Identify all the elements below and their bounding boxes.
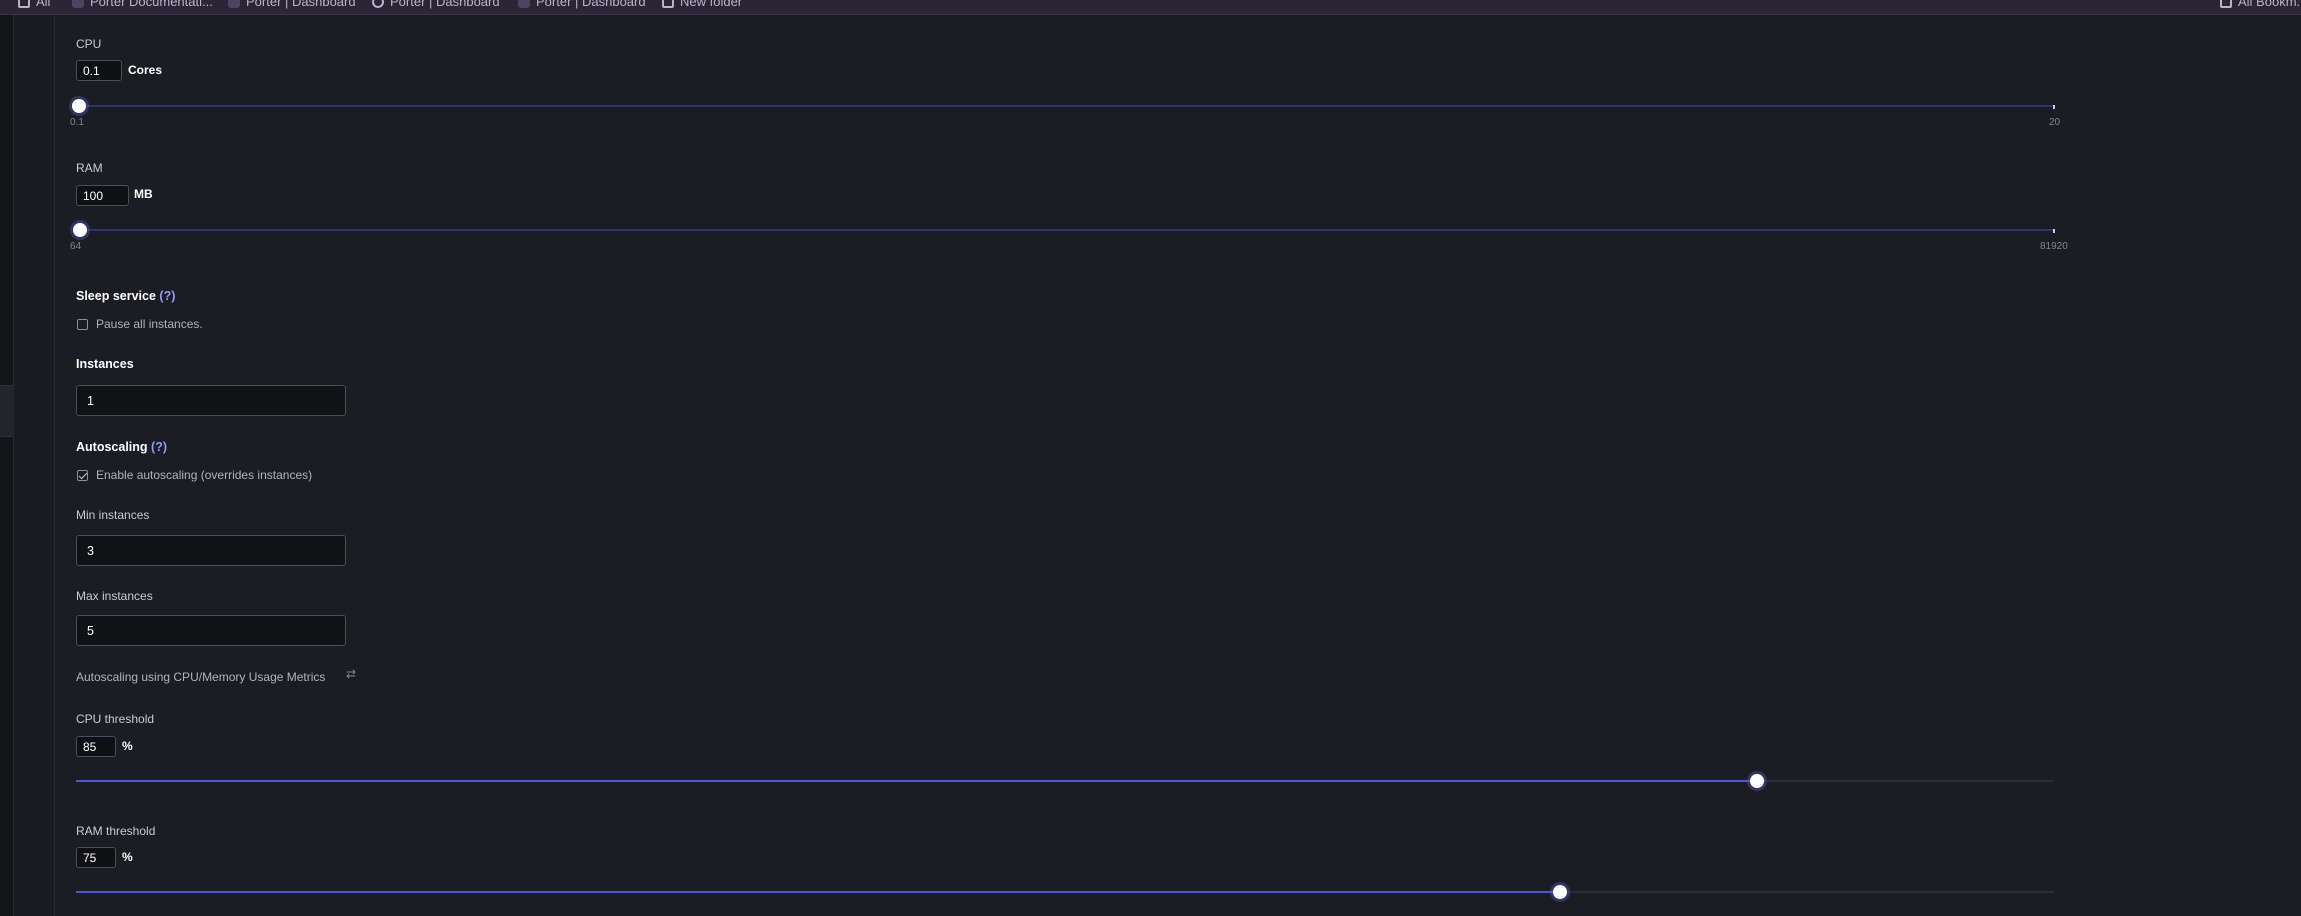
ram-unit: MB bbox=[134, 187, 153, 201]
porter-icon bbox=[72, 0, 84, 8]
folder-icon bbox=[18, 0, 30, 8]
sleep-service-help-link[interactable]: (?) bbox=[159, 289, 175, 303]
porter-icon bbox=[518, 0, 530, 8]
ram-input[interactable] bbox=[76, 185, 129, 206]
ram-threshold-thumb[interactable] bbox=[1552, 885, 1567, 899]
pause-instances-checkbox[interactable] bbox=[77, 319, 88, 330]
max-instances-label: Max instances bbox=[76, 589, 153, 603]
enable-autoscaling-label: Enable autoscaling (overrides instances) bbox=[96, 468, 313, 482]
ram-max-label: 81920 bbox=[2040, 241, 2068, 252]
autoscaling-metrics-note: Autoscaling using CPU/Memory Usage Metri… bbox=[76, 670, 326, 684]
bookmark-all-bookmarks[interactable]: All Bookm... bbox=[2220, 0, 2301, 9]
bookmark-new-folder[interactable]: New folder bbox=[662, 0, 742, 9]
cpu-slider-track[interactable] bbox=[78, 105, 2054, 107]
folder-icon bbox=[662, 0, 674, 8]
cpu-threshold-unit: % bbox=[122, 739, 133, 753]
ram-threshold-unit: % bbox=[122, 850, 133, 864]
ram-threshold-label: RAM threshold bbox=[76, 824, 156, 838]
pause-instances-label: Pause all instances. bbox=[96, 317, 203, 331]
left-sidebar-rail bbox=[0, 15, 14, 916]
instances-input[interactable] bbox=[76, 385, 346, 416]
sleep-service-title-text: Sleep service bbox=[76, 289, 156, 303]
folder-icon bbox=[2220, 0, 2232, 8]
cpu-label: CPU bbox=[76, 37, 102, 51]
enable-autoscaling-checkbox[interactable] bbox=[77, 470, 88, 481]
ram-slider-end-tick bbox=[2053, 229, 2055, 233]
instances-label: Instances bbox=[76, 357, 134, 371]
autoscaling-title: Autoscaling (?) bbox=[76, 440, 167, 454]
bookmarks-bar: All Porter Documentati... Porter | Dashb… bbox=[0, 0, 2301, 15]
cpu-input[interactable] bbox=[76, 60, 122, 81]
cpu-threshold-fill bbox=[76, 780, 1758, 782]
bookmark-porter-dashboard-3[interactable]: Porter | Dashboard bbox=[518, 0, 646, 9]
sliders-icon[interactable]: ⇄ bbox=[346, 667, 356, 681]
cpu-threshold-label: CPU threshold bbox=[76, 712, 155, 726]
porter-icon bbox=[228, 0, 240, 8]
ram-threshold-input[interactable] bbox=[76, 847, 116, 868]
autoscaling-help-link[interactable]: (?) bbox=[151, 440, 167, 454]
cpu-unit: Cores bbox=[128, 63, 163, 77]
globe-icon bbox=[372, 0, 384, 8]
bookmark-porter-dashboard-1[interactable]: Porter | Dashboard bbox=[228, 0, 356, 9]
min-instances-label: Min instances bbox=[76, 508, 150, 522]
cpu-slider-thumb[interactable] bbox=[72, 99, 86, 113]
bookmark-porter-docs[interactable]: Porter Documentati... bbox=[72, 0, 213, 9]
bookmark-porter-dashboard-2[interactable]: Porter | Dashboard bbox=[372, 0, 500, 9]
min-instances-input[interactable] bbox=[76, 535, 346, 566]
bookmark-all[interactable]: All bbox=[18, 0, 50, 9]
cpu-threshold-input[interactable] bbox=[76, 736, 116, 757]
ram-threshold-fill bbox=[76, 891, 1560, 893]
cpu-slider-end-tick bbox=[2053, 105, 2055, 109]
ram-slider-thumb[interactable] bbox=[72, 223, 87, 237]
cpu-min-label: 0.1 bbox=[70, 117, 84, 128]
ram-min-label: 64 bbox=[70, 241, 82, 252]
ram-label: RAM bbox=[76, 161, 103, 175]
cpu-max-label: 20 bbox=[2049, 117, 2061, 128]
max-instances-input[interactable] bbox=[76, 615, 346, 646]
sleep-service-title: Sleep service (?) bbox=[76, 289, 175, 303]
autoscaling-title-text: Autoscaling bbox=[76, 440, 148, 454]
ram-slider-track[interactable] bbox=[78, 229, 2054, 231]
sidebar-selected-item[interactable] bbox=[0, 385, 14, 437]
